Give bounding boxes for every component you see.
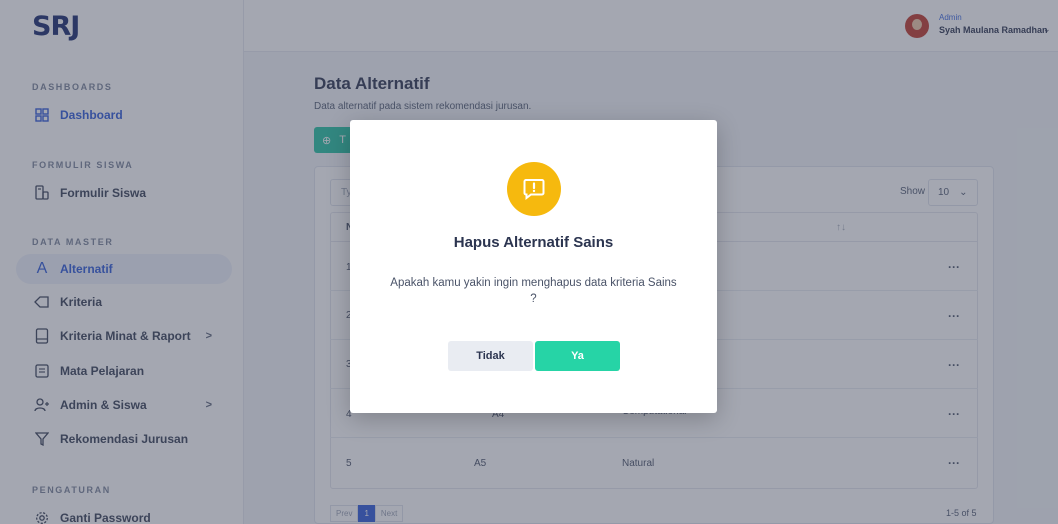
confirm-delete-modal: Hapus Alternatif Sains Apakah kamu yakin…	[350, 120, 717, 413]
modal-title: Hapus Alternatif Sains	[453, 234, 614, 251]
cancel-button[interactable]: Tidak	[448, 341, 533, 371]
confirm-button[interactable]: Ya	[535, 341, 620, 371]
alert-message-icon	[507, 162, 561, 216]
modal-message: Apakah kamu yakin ingin menghapus data k…	[390, 277, 677, 305]
